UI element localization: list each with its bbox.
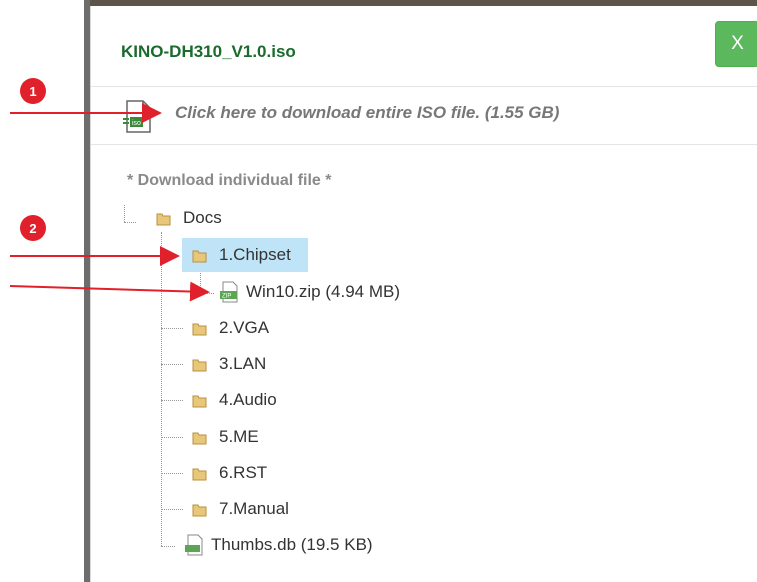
tree-label: 2.VGA: [219, 318, 270, 337]
tree-connector: [161, 364, 183, 365]
annotation-badge-2: 2: [20, 215, 46, 241]
section-label: * Download individual file *: [127, 172, 332, 189]
tree-sub-line: [200, 270, 201, 294]
tree-connector: [161, 473, 183, 474]
tree-item-lan[interactable]: 3.LAN: [192, 354, 266, 374]
download-iso-row: iso Click here to download entire ISO fi…: [91, 86, 757, 145]
tree-connector: [161, 437, 183, 438]
tree-item-manual[interactable]: 7.Manual: [192, 499, 289, 519]
tree-label: 4.Audio: [219, 390, 277, 409]
tree-label: Thumbs.db (19.5 KB): [211, 535, 373, 554]
tree-label: 6.RST: [219, 463, 268, 482]
tree-item-win10-zip[interactable]: ZIP Win10.zip (4.94 MB): [218, 281, 400, 303]
tree-connector: [161, 509, 183, 510]
tree-item-me[interactable]: 5.ME: [192, 427, 259, 447]
tree-vertical-line: [161, 232, 162, 546]
tree-root-docs[interactable]: Docs: [156, 208, 222, 228]
folder-icon: [192, 395, 207, 407]
tree-label: 5.ME: [219, 427, 259, 446]
modal-header: KINO-DH310_V1.0.iso X: [91, 6, 757, 87]
tree-label: 1.Chipset: [219, 245, 291, 264]
download-modal: KINO-DH310_V1.0.iso X iso Click here to …: [90, 6, 757, 582]
folder-icon: [192, 504, 207, 516]
tree-connector: [161, 400, 183, 401]
tree-sub-connector: [200, 293, 214, 294]
tree-label: Docs: [183, 208, 222, 227]
folder-icon: [192, 359, 207, 371]
close-button[interactable]: X: [715, 21, 757, 67]
folder-icon: [192, 432, 207, 444]
tree-label: 7.Manual: [219, 499, 289, 518]
iso-file-icon: iso: [123, 100, 151, 133]
tree-label: 3.LAN: [219, 354, 267, 373]
folder-icon: [156, 213, 171, 225]
folder-icon: [192, 250, 207, 262]
tree-item-vga[interactable]: 2.VGA: [192, 318, 269, 338]
download-iso-link[interactable]: Click here to download entire ISO file. …: [175, 103, 559, 123]
modal-title: KINO-DH310_V1.0.iso: [121, 42, 296, 61]
tree-connector: [161, 328, 183, 329]
tree-item-rst[interactable]: 6.RST: [192, 463, 267, 483]
folder-icon: [192, 323, 207, 335]
file-icon: [185, 534, 203, 556]
tree-item-thumbs-db[interactable]: Thumbs.db (19.5 KB): [183, 534, 373, 556]
zip-file-icon: ZIP: [220, 281, 238, 303]
folder-icon: [192, 468, 207, 480]
tree-root-stub: [124, 205, 125, 222]
svg-text:ZIP: ZIP: [222, 294, 231, 300]
annotation-badge-1: 1: [20, 78, 46, 104]
tree-root-connector: [124, 222, 136, 223]
tree-connector: [161, 546, 175, 547]
tree-label: Win10.zip (4.94 MB): [246, 282, 400, 301]
tree-item-audio[interactable]: 4.Audio: [192, 390, 277, 410]
svg-text:iso: iso: [132, 120, 141, 127]
tree-item-chipset[interactable]: 1.Chipset: [182, 238, 308, 272]
